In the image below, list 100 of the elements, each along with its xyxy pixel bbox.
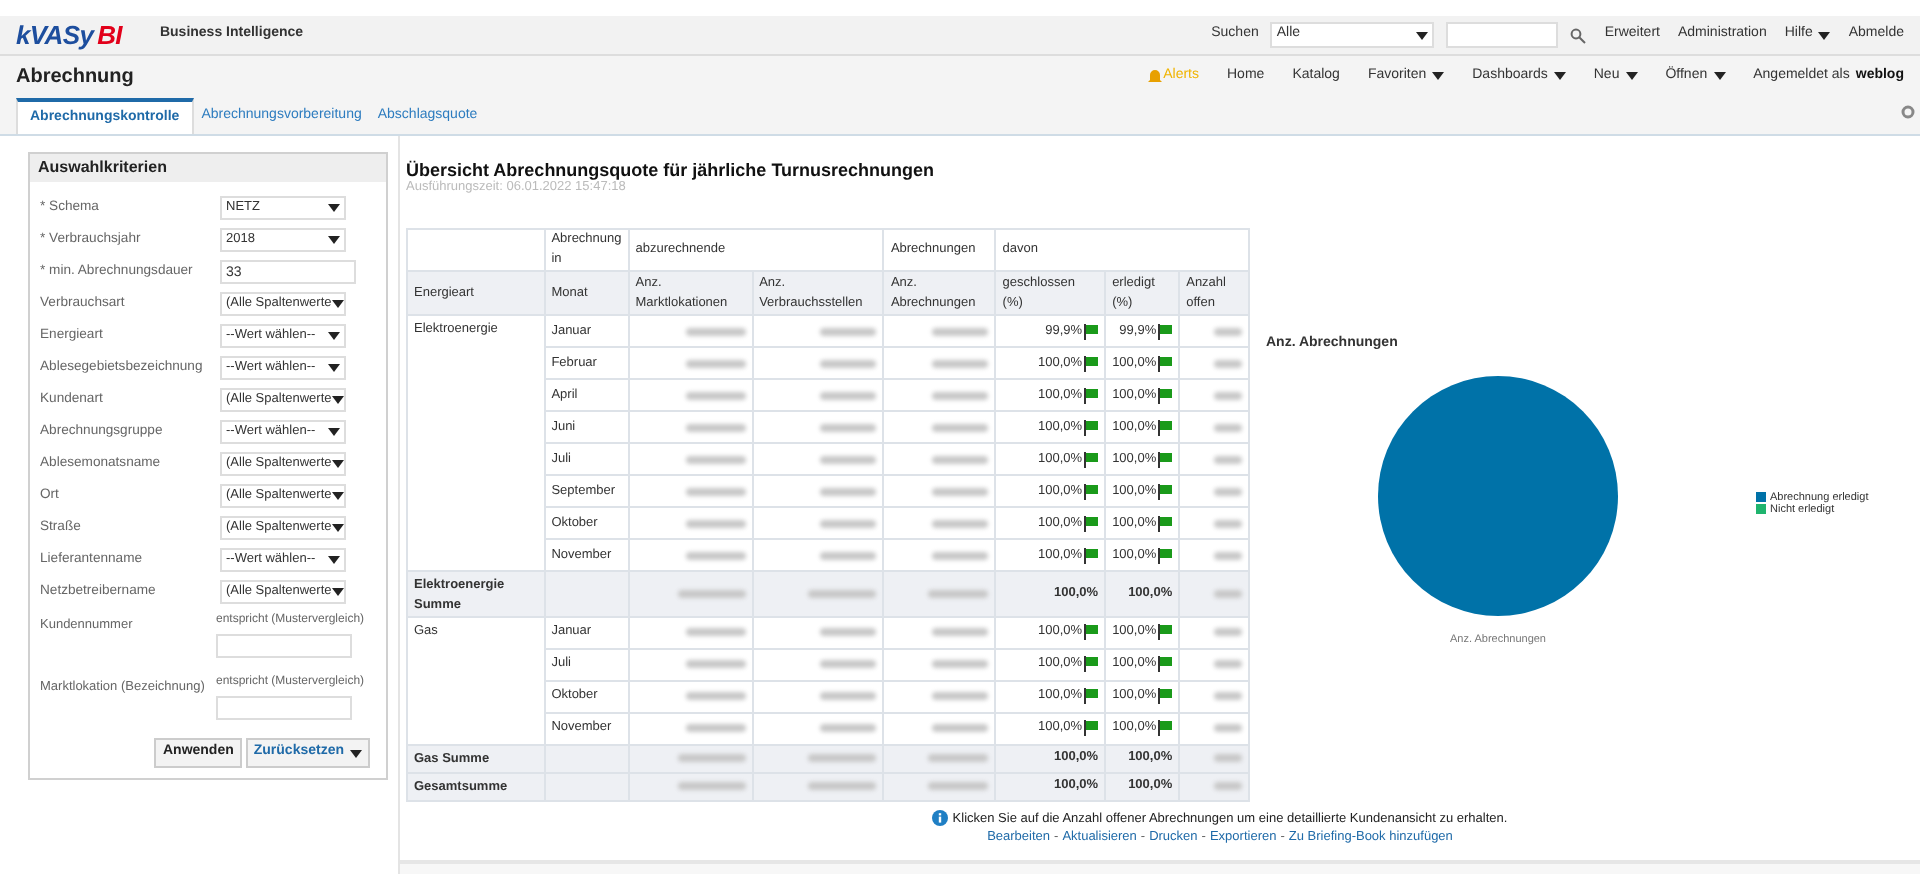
report-title: Übersicht Abrechnungsquote für jährliche Turnusrechnungen (406, 160, 937, 180)
redacted-value (685, 628, 746, 636)
caret-icon (328, 204, 340, 212)
caret-icon (1625, 72, 1638, 80)
redacted-value (820, 487, 877, 495)
caret-icon (1713, 72, 1726, 80)
redacted-value (1214, 327, 1242, 335)
redacted-value (1214, 660, 1242, 668)
search-icon[interactable] (1570, 27, 1587, 43)
flag-icon (1158, 323, 1173, 339)
redacted-value (1214, 391, 1242, 399)
flag-icon (1158, 547, 1173, 563)
redacted-value (685, 519, 746, 527)
pattern-field[interactable] (216, 634, 352, 658)
flag-icon (1158, 515, 1173, 531)
redacted-value (932, 519, 989, 527)
settings-icon[interactable] (1900, 104, 1916, 120)
caret-icon (331, 588, 344, 596)
redacted-value (1214, 628, 1242, 636)
caret-icon (1553, 72, 1566, 80)
redacted-value (820, 660, 877, 668)
redacted-value (1214, 782, 1242, 790)
redacted-value (932, 423, 989, 431)
flag-icon (1158, 624, 1173, 640)
flag-icon (1084, 656, 1099, 672)
redacted-value (677, 754, 746, 762)
redacted-value (820, 391, 877, 399)
redacted-value (677, 589, 746, 598)
search-field[interactable] (1446, 22, 1559, 48)
caret-icon (328, 556, 340, 564)
flag-icon (1084, 624, 1099, 640)
flag-icon (1158, 419, 1173, 435)
redacted-value (808, 782, 877, 790)
flag-icon (1084, 451, 1099, 467)
redacted-value (1214, 455, 1242, 463)
redacted-value (820, 692, 877, 700)
flag-icon (1084, 323, 1099, 339)
flag-icon (1084, 387, 1099, 403)
flag-icon (1084, 720, 1099, 736)
caret-icon (331, 492, 344, 500)
redacted-value (932, 455, 989, 463)
redacted-value (932, 487, 989, 495)
redacted-value (932, 359, 989, 367)
redacted-value (1214, 692, 1242, 700)
caret-icon (1416, 31, 1429, 39)
flag-icon (1158, 387, 1173, 403)
redacted-value (1214, 519, 1242, 527)
redacted-value (685, 724, 746, 732)
redacted-value (677, 782, 746, 790)
caret-icon (1818, 31, 1831, 39)
redacted-value (1214, 359, 1242, 367)
redacted-value (932, 327, 989, 335)
redacted-value (820, 724, 877, 732)
redacted-value (932, 660, 989, 668)
caret-icon (331, 300, 344, 308)
redacted-value (685, 359, 746, 367)
caret-icon (331, 460, 344, 468)
flag-icon (1084, 355, 1099, 371)
flag-icon (1084, 483, 1099, 499)
panel-title: Auswahlkriterien (30, 154, 386, 182)
caret-icon (328, 332, 340, 340)
redacted-value (820, 359, 877, 367)
caret-icon (328, 428, 340, 436)
redacted-value (820, 551, 877, 559)
caret-icon (328, 236, 340, 244)
flag-icon (1084, 547, 1099, 563)
caret-icon (331, 524, 344, 532)
flag-icon (1158, 656, 1173, 672)
redacted-value (1214, 423, 1242, 431)
caret-icon (331, 396, 344, 404)
redacted-value (685, 660, 746, 668)
page-title: Abrechnung (16, 63, 134, 91)
flag-icon (1158, 355, 1173, 371)
redacted-value (820, 327, 877, 335)
redacted-value (820, 628, 877, 636)
redacted-value (928, 754, 989, 762)
redacted-value (1214, 589, 1242, 598)
redacted-value (685, 391, 746, 399)
redacted-value (820, 455, 877, 463)
redacted-value (685, 327, 746, 335)
redacted-value (820, 519, 877, 527)
flag-icon (1158, 451, 1173, 467)
redacted-value (685, 487, 746, 495)
flag-icon (1158, 688, 1173, 704)
redacted-value (808, 754, 877, 762)
flag-icon (1158, 483, 1173, 499)
caret-icon (328, 364, 340, 372)
caret-icon (350, 749, 362, 757)
redacted-value (1214, 487, 1242, 495)
bell-icon (1147, 68, 1162, 84)
redacted-value (932, 724, 989, 732)
redacted-value (932, 628, 989, 636)
redacted-value (1214, 724, 1242, 732)
redacted-value (1214, 754, 1242, 762)
redacted-value (820, 423, 877, 431)
redacted-value (928, 589, 989, 598)
redacted-value (808, 589, 877, 598)
pattern-field[interactable] (216, 696, 352, 720)
redacted-value (685, 692, 746, 700)
redacted-value (685, 455, 746, 463)
